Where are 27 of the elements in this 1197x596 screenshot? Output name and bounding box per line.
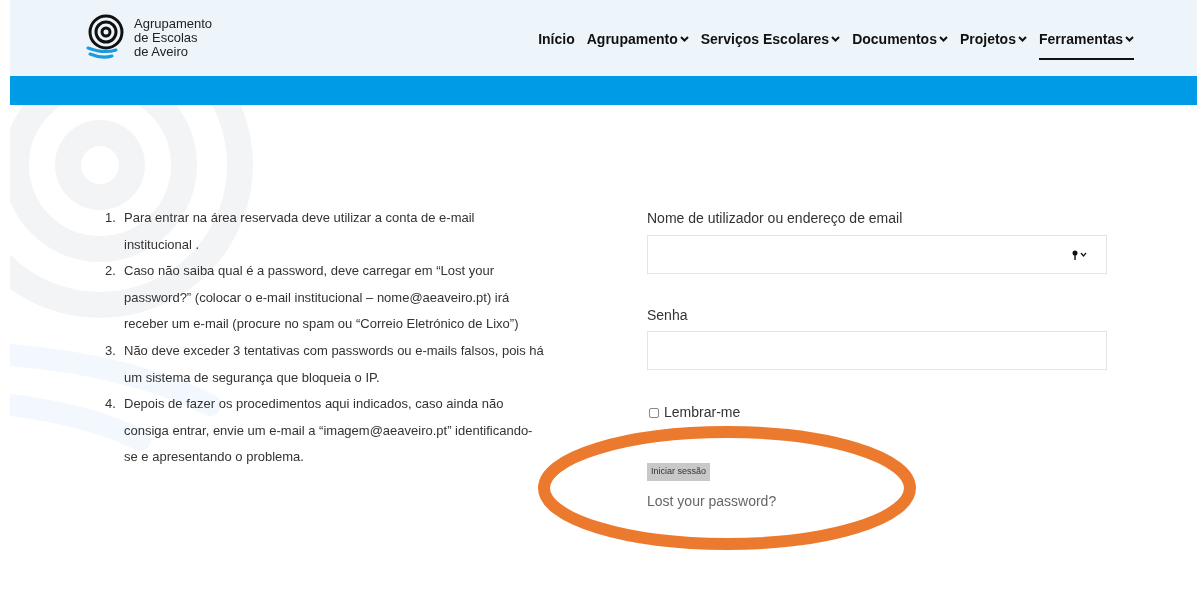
- instruction-text: Caso não saiba qual é a password, deve carregar em “Lost your password?” (colocar o e-mail institucional – nome@aeaveiro.pt) irá receber um e-mail (procure no spam ou “Correio Eletrónico de Lixo”): [124, 262, 520, 334]
- nav-link[interactable]: Início: [538, 26, 575, 60]
- field-label: Nome de utilizador ou endereço de email: [647, 209, 904, 228]
- list-number: 1.: [105, 209, 117, 227]
- list-number: 2.: [105, 262, 117, 281]
- field-label: Senha: [647, 306, 689, 325]
- nav-link[interactable]: Ferramentas: [1038, 26, 1134, 60]
- logo-text: de Aveiro: [134, 45, 189, 59]
- nav-link[interactable]: Serviços Escolares: [700, 26, 841, 60]
- nav-link[interactable]: Projetos: [959, 26, 1027, 60]
- logo-text: Agrupamento: [134, 17, 213, 31]
- checkbox[interactable]: [649, 407, 659, 418]
- nav-link[interactable]: Documentos: [852, 26, 948, 60]
- username-field[interactable]: [647, 235, 1107, 274]
- instruction-text: Depois de fazer os procedimentos aqui indicados, caso ainda não consiga entrar, envie um e-mail a “imagem@aeaveiro.pt” identificando-se e apresentando o problema.: [124, 395, 534, 467]
- instruction-text: Para entrar na área reservada deve utilizar a conta de e-mail institucional .: [124, 209, 476, 254]
- key-icon[interactable]: [1072, 249, 1088, 260]
- checkbox-label: Lembrar-me: [664, 403, 741, 422]
- list-number: 4.: [105, 395, 117, 414]
- login-button[interactable]: Iniciar sessão: [647, 463, 711, 481]
- list-number: 3.: [105, 341, 117, 360]
- instruction-text: Não deve exceder 3 tentativas com passwords ou e-mails falsos, pois há um sistema de segurança que bloqueia o IP.: [124, 341, 545, 387]
- logo-text: de Escolas: [134, 31, 198, 45]
- logo-icon: [86, 14, 126, 62]
- nav-link[interactable]: Agrupamento: [586, 26, 689, 60]
- lost-password-link[interactable]: Lost your password?: [647, 490, 777, 512]
- password-field[interactable]: [647, 331, 1107, 370]
